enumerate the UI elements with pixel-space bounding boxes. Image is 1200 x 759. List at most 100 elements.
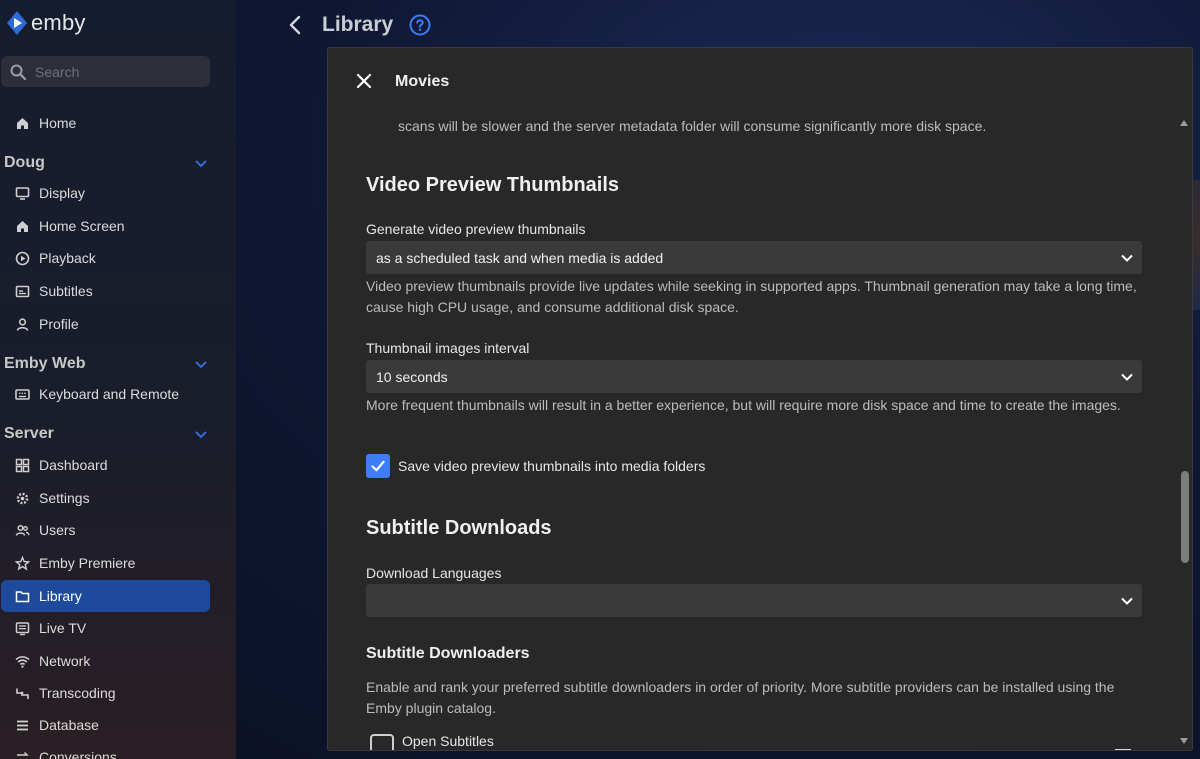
- intro-help-text: scans will be slower and the server meta…: [398, 118, 987, 134]
- sidebar-item-label: Keyboard and Remote: [39, 386, 180, 402]
- tv-guide-icon: [15, 621, 30, 635]
- scroll-up-arrow-icon[interactable]: [1179, 119, 1189, 127]
- scrollbar-thumb[interactable]: [1181, 471, 1189, 563]
- section-heading-subtitle-downloads: Subtitle Downloads: [366, 517, 552, 539]
- person-icon: [16, 317, 29, 331]
- section-title: Doug: [4, 154, 45, 171]
- thumbnail-interval-label: Thumbnail images interval: [366, 340, 530, 356]
- select-value: as a scheduled task and when media is ad…: [376, 249, 664, 266]
- subtitles-icon: [15, 285, 30, 297]
- sidebar-item-label: Settings: [39, 490, 90, 506]
- sidebar-item-label: Profile: [39, 316, 79, 332]
- downloaders-help: Enable and rank your preferred subtitle …: [366, 679, 1115, 716]
- sidebar-item-label: Subtitles: [39, 283, 93, 299]
- sidebar-item-transcoding[interactable]: Transcoding: [1, 678, 210, 708]
- sidebar-item-home-screen[interactable]: Home Screen: [1, 211, 210, 241]
- sidebar-item-label: Network: [39, 653, 91, 669]
- sidebar-item-label: Conversions: [39, 749, 117, 759]
- monitor-icon: [15, 186, 30, 200]
- section-title: Emby Web: [4, 355, 86, 372]
- sidebar-item-keyboard-remote[interactable]: Keyboard and Remote: [1, 379, 210, 409]
- downloader-row-open-subtitles[interactable]: Open Subtitles: [370, 733, 494, 750]
- checkmark-icon: [371, 460, 385, 472]
- sidebar-item-live-tv[interactable]: Live TV: [1, 613, 210, 643]
- save-thumbnails-checkbox[interactable]: [366, 454, 390, 478]
- sidebar-item-subtitles[interactable]: Subtitles: [1, 276, 210, 306]
- search-input[interactable]: [35, 63, 195, 80]
- dashboard-icon: [15, 458, 30, 472]
- sidebar-item-database[interactable]: Database: [1, 710, 210, 740]
- section-title: Server: [4, 425, 54, 442]
- chevron-down-icon: [195, 431, 207, 439]
- keyboard-icon: [15, 388, 30, 400]
- sidebar-item-label: Library: [39, 588, 82, 604]
- page-title: Library: [322, 13, 394, 36]
- section-header-server[interactable]: Server: [4, 425, 210, 443]
- sidebar-item-library[interactable]: Library: [1, 580, 210, 612]
- sidebar-item-display[interactable]: Display: [1, 178, 210, 208]
- emby-logo[interactable]: emby: [6, 10, 86, 36]
- sidebar-item-network[interactable]: Network: [1, 646, 210, 676]
- chevron-down-icon: [1121, 597, 1133, 605]
- gear-icon: [16, 492, 29, 504]
- wifi-icon: [15, 655, 30, 668]
- home-icon: [17, 117, 28, 129]
- sidebar-item-label: Database: [39, 717, 99, 733]
- thumbnail-interval-help: More frequent thumbnails will result in …: [366, 397, 1121, 413]
- select-value: 10 seconds: [376, 368, 448, 385]
- generate-thumbnails-select[interactable]: as a scheduled task and when media is ad…: [366, 241, 1142, 274]
- folder-icon: [15, 590, 30, 602]
- sidebar-item-home[interactable]: Home: [1, 108, 210, 138]
- sidebar-item-label: Display: [39, 185, 85, 201]
- sidebar-item-dashboard[interactable]: Dashboard: [1, 450, 210, 480]
- convert-icon: [16, 751, 29, 759]
- home-icon: [17, 220, 28, 232]
- sidebar-item-label: Live TV: [39, 620, 87, 636]
- sidebar-item-users[interactable]: Users: [1, 515, 210, 545]
- star-icon: [15, 555, 30, 571]
- chevron-left-icon: [289, 15, 301, 35]
- sidebar-item-label: Users: [39, 522, 76, 538]
- sidebar-item-playback[interactable]: Playback: [1, 243, 210, 273]
- chevron-down-icon: [195, 361, 207, 369]
- emby-logo-icon: [7, 11, 27, 35]
- sidebar: emby Home Doug Display Home Screen Playb…: [0, 0, 236, 759]
- search-box[interactable]: [1, 56, 210, 87]
- save-thumbnails-checkbox-row[interactable]: Save video preview thumbnails into media…: [366, 454, 705, 478]
- sidebar-item-label: Playback: [39, 250, 96, 266]
- section-header-doug[interactable]: Doug: [4, 154, 210, 172]
- section-heading-video-preview: Video Preview Thumbnails: [366, 174, 620, 196]
- library-settings-dialog: Movies scans will be slower and the serv…: [327, 47, 1193, 751]
- chevron-down-icon: [195, 160, 207, 168]
- sidebar-item-settings[interactable]: Settings: [1, 483, 210, 513]
- sidebar-item-conversions[interactable]: Conversions: [1, 742, 210, 759]
- list-icon: [17, 720, 28, 730]
- help-icon[interactable]: [409, 14, 431, 36]
- scroll-down-arrow-icon[interactable]: [1179, 737, 1189, 745]
- sidebar-item-label: Home Screen: [39, 218, 125, 234]
- sidebar-item-emby-premiere[interactable]: Emby Premiere: [1, 548, 210, 578]
- generate-thumbnails-help: Video preview thumbnails provide live up…: [366, 278, 1137, 315]
- download-languages-label: Download Languages: [366, 565, 502, 581]
- downloader-label: Open Subtitles: [402, 733, 494, 749]
- page-header: Library: [285, 10, 431, 40]
- logo-text: emby: [31, 10, 86, 35]
- drag-handle[interactable]: [1115, 749, 1131, 750]
- sidebar-item-profile[interactable]: Profile: [1, 309, 210, 339]
- subsection-heading-downloaders: Subtitle Downloaders: [366, 645, 530, 662]
- sidebar-item-label: Dashboard: [39, 457, 108, 473]
- download-languages-select[interactable]: [366, 584, 1142, 617]
- sidebar-item-label: Transcoding: [39, 685, 116, 701]
- back-button[interactable]: [285, 10, 309, 40]
- section-header-emby-web[interactable]: Emby Web: [4, 355, 210, 373]
- sidebar-item-label: Emby Premiere: [39, 555, 136, 571]
- chevron-down-icon: [1121, 254, 1133, 262]
- save-thumbnails-label: Save video preview thumbnails into media…: [398, 458, 706, 474]
- sidebar-item-label: Home: [39, 115, 77, 131]
- close-icon[interactable]: [355, 72, 373, 90]
- search-icon: [10, 64, 27, 80]
- open-subtitles-checkbox[interactable]: [370, 734, 394, 750]
- thumbnail-interval-select[interactable]: 10 seconds: [366, 360, 1142, 393]
- dialog-title: Movies: [395, 73, 450, 90]
- play-circle-icon: [15, 251, 30, 265]
